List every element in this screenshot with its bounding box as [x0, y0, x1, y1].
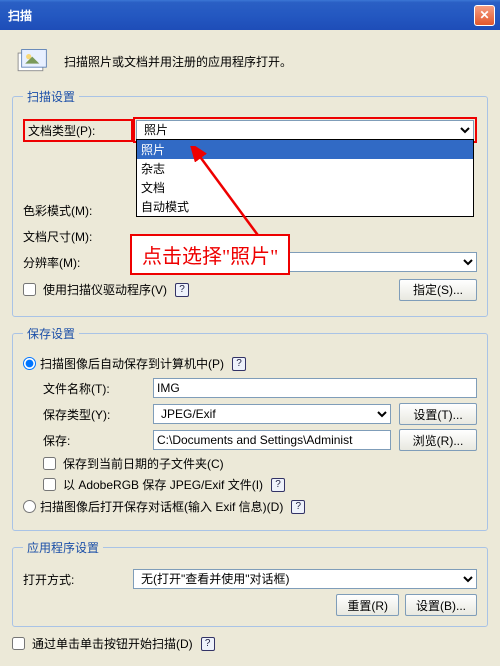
help-icon[interactable]: ?: [175, 283, 189, 297]
set-type-button[interactable]: 设置(T)...: [399, 403, 477, 425]
app-settings-legend: 应用程序设置: [23, 539, 103, 556]
doc-type-select[interactable]: 照片: [136, 120, 474, 140]
auto-save-radio[interactable]: [23, 357, 36, 370]
open-with-label: 打开方式:: [23, 571, 133, 588]
specify-button[interactable]: 指定(S)...: [399, 279, 477, 301]
help-icon[interactable]: ?: [271, 478, 285, 492]
save-type-select[interactable]: JPEG/Exif: [153, 404, 391, 424]
scan-icon: [16, 46, 52, 76]
date-folder-label: 保存到当前日期的子文件夹(C): [63, 455, 224, 472]
close-button[interactable]: ✕: [474, 5, 495, 26]
doc-type-option-magazine[interactable]: 杂志: [137, 159, 473, 178]
date-folder-checkbox[interactable]: [43, 457, 56, 470]
save-settings-legend: 保存设置: [23, 325, 79, 342]
doc-size-label: 文档尺寸(M):: [23, 228, 133, 245]
save-to-input[interactable]: [153, 430, 391, 450]
adobe-rgb-label: 以 AdobeRGB 保存 JPEG/Exif 文件(I): [63, 476, 263, 493]
intro-text: 扫描照片或文档并用注册的应用程序打开。: [64, 53, 292, 70]
single-click-checkbox[interactable]: [12, 637, 25, 650]
app-set-button[interactable]: 设置(B)...: [405, 594, 477, 616]
single-click-label: 通过单击单击按钮开始扫描(D): [32, 635, 193, 652]
doc-type-option-document[interactable]: 文档: [137, 178, 473, 197]
help-icon[interactable]: ?: [201, 637, 215, 651]
reset-button[interactable]: 重置(R): [336, 594, 399, 616]
open-dialog-label: 扫描图像后打开保存对话框(输入 Exif 信息)(D): [40, 498, 283, 515]
doc-type-label: 文档类型(P):: [23, 119, 133, 142]
doc-type-dropdown[interactable]: 照片 杂志 文档 自动模式: [136, 139, 474, 217]
use-driver-checkbox[interactable]: [23, 283, 36, 296]
scan-settings-group: 扫描设置 文档类型(P): 照片 照片 杂志 文档 自动模式 色彩模式(M):: [12, 88, 488, 317]
save-type-label: 保存类型(Y):: [43, 406, 153, 423]
save-settings-group: 保存设置 扫描图像后自动保存到计算机中(P) ? 文件名称(T): 保存类型(Y…: [12, 325, 488, 531]
use-driver-label: 使用扫描仪驱动程序(V): [43, 281, 167, 298]
doc-type-option-auto[interactable]: 自动模式: [137, 197, 473, 216]
open-dialog-radio[interactable]: [23, 500, 36, 513]
doc-type-option-photo[interactable]: 照片: [137, 140, 473, 159]
auto-save-label: 扫描图像后自动保存到计算机中(P): [40, 355, 224, 372]
scan-settings-legend: 扫描设置: [23, 88, 79, 105]
help-icon[interactable]: ?: [232, 357, 246, 371]
window-title: 扫描: [8, 7, 474, 24]
save-to-label: 保存:: [43, 432, 153, 449]
browse-button[interactable]: 浏览(R)...: [399, 429, 477, 451]
app-settings-group: 应用程序设置 打开方式: 无(打开"查看并使用"对话框) 重置(R) 设置(B)…: [12, 539, 488, 627]
adobe-rgb-checkbox[interactable]: [43, 478, 56, 491]
color-mode-label: 色彩模式(M):: [23, 202, 133, 219]
annotation-text: 点击选择"照片": [130, 234, 290, 275]
help-icon[interactable]: ?: [291, 500, 305, 514]
open-with-select[interactable]: 无(打开"查看并使用"对话框): [133, 569, 477, 589]
resolution-label: 分辨率(M):: [23, 254, 133, 271]
filename-input[interactable]: [153, 378, 477, 398]
filename-label: 文件名称(T):: [43, 380, 153, 397]
